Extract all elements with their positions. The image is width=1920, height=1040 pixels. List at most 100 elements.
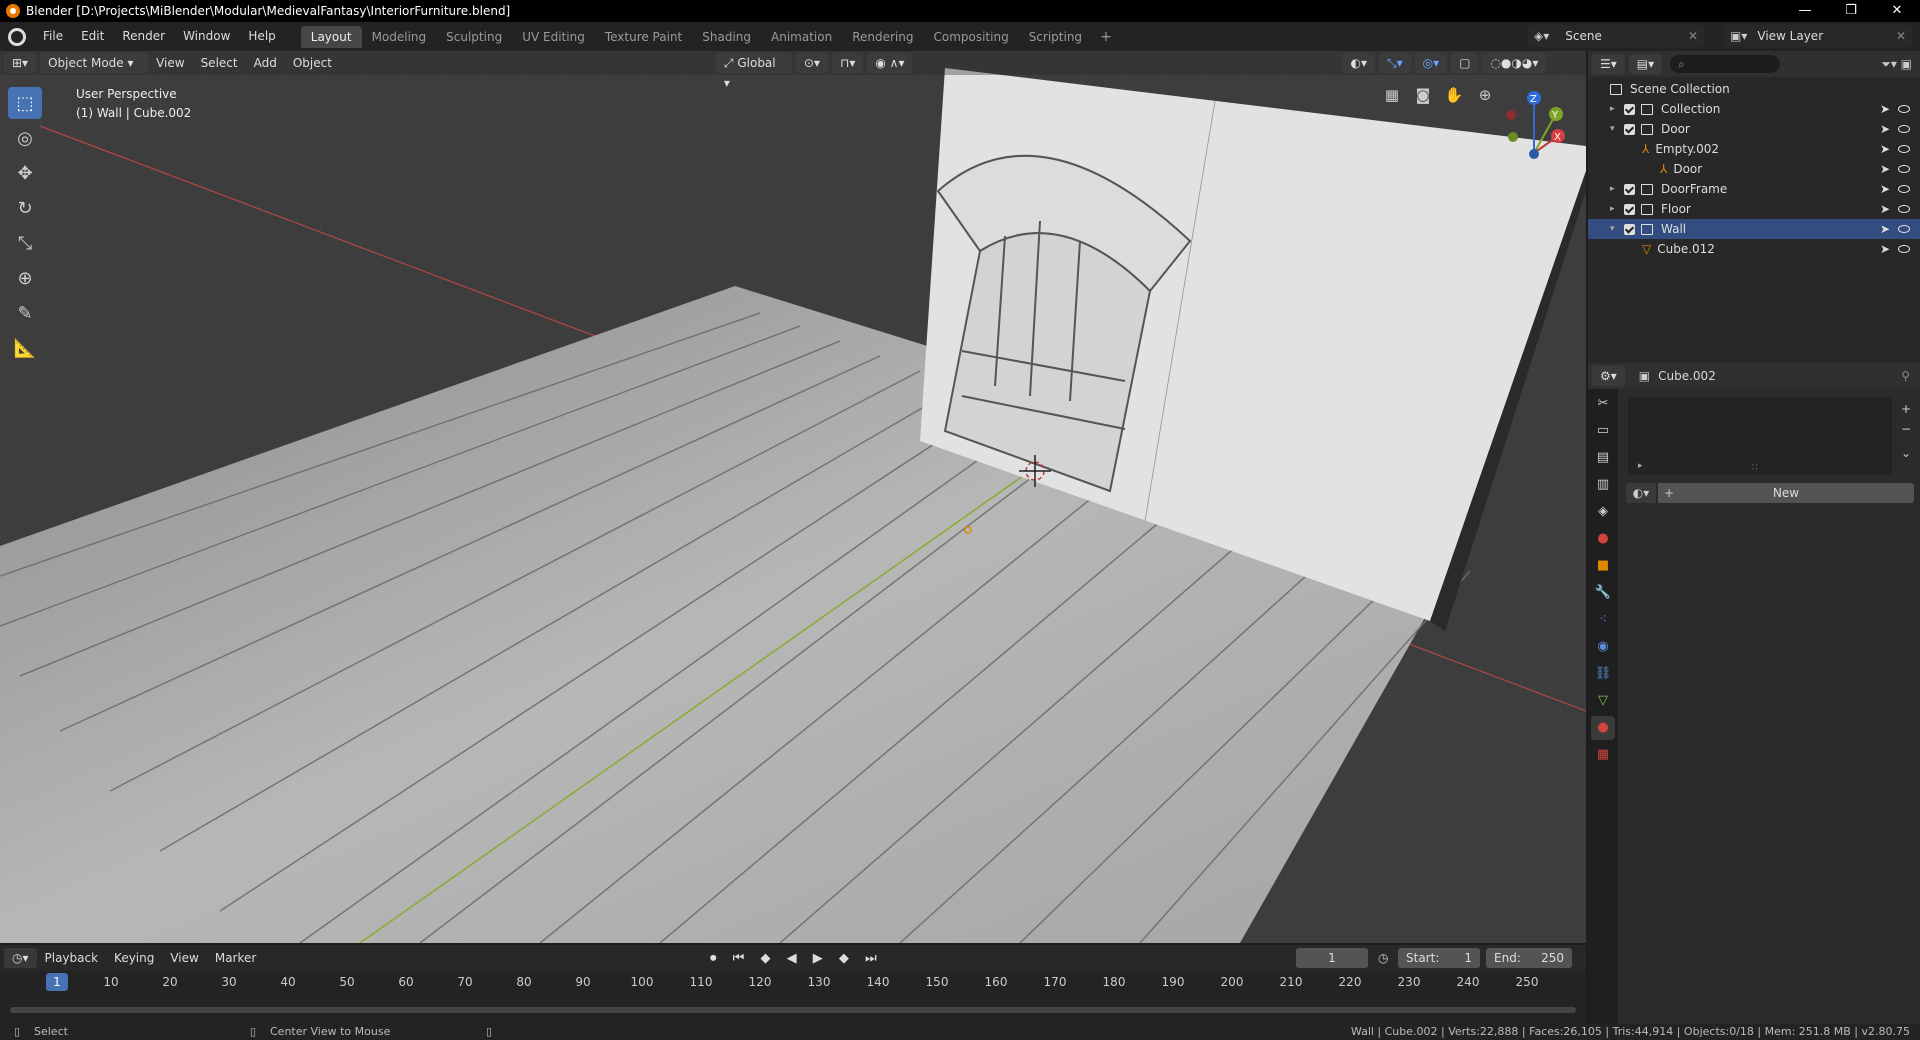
visibility-eye-icon[interactable]: [1898, 245, 1910, 253]
3d-viewport[interactable]: Z Y X ⊞▾ Object Mode ▾ View Select Add O…: [0, 51, 1586, 943]
start-frame-field[interactable]: Start: 1: [1398, 948, 1480, 968]
editor-type-button[interactable]: ⊞▾: [4, 53, 37, 73]
menu-help[interactable]: Help: [239, 22, 284, 51]
transform-icon[interactable]: ⊕: [8, 262, 42, 294]
outliner-item[interactable]: ⅄ Empty.002 ➤: [1588, 139, 1920, 159]
cursor-icon[interactable]: ◎: [8, 122, 42, 154]
visibility-eye-icon[interactable]: [1898, 185, 1910, 193]
exclude-checkbox[interactable]: [1624, 203, 1635, 215]
tab-sculpting[interactable]: Sculpting: [436, 26, 512, 48]
prev-keyframe-icon[interactable]: ◆: [760, 951, 776, 966]
exclude-checkbox[interactable]: [1624, 123, 1635, 135]
tab-modeling[interactable]: Modeling: [362, 26, 437, 48]
close-icon[interactable]: ✕: [1688, 29, 1698, 43]
zoom-icon[interactable]: ⊕: [1471, 83, 1499, 107]
menu-add[interactable]: Add: [246, 51, 285, 75]
constraints-tab-icon[interactable]: ⛓: [1591, 662, 1615, 686]
visibility-icon[interactable]: ◐▾: [1342, 53, 1375, 73]
minimize-button[interactable]: —: [1782, 0, 1828, 22]
menu-edit[interactable]: Edit: [72, 22, 113, 51]
data-tab-icon[interactable]: ▽: [1591, 689, 1615, 713]
selectable-toggle-icon[interactable]: ➤: [1880, 242, 1890, 256]
particles-tab-icon[interactable]: ⁖: [1591, 608, 1615, 632]
tab-rendering[interactable]: Rendering: [842, 26, 923, 48]
outliner-item[interactable]: ▸ DoorFrame ➤: [1588, 179, 1920, 199]
tool-tab-icon[interactable]: ✂: [1591, 392, 1615, 416]
outliner-item[interactable]: ▾ Wall ➤: [1588, 219, 1920, 239]
record-icon[interactable]: ⏺: [710, 951, 723, 966]
proportional-edit-icon[interactable]: ◉ ∧▾: [867, 53, 913, 73]
menu-window[interactable]: Window: [174, 22, 239, 51]
tab-shading[interactable]: Shading: [692, 26, 761, 48]
tab-scripting[interactable]: Scripting: [1019, 26, 1092, 48]
menu-marker[interactable]: Marker: [207, 946, 264, 970]
frame-ruler[interactable]: 1 10 20 30 40 50 60 70 80 90 100 110 120 130 140 150 16…: [0, 973, 1586, 993]
selectable-toggle-icon[interactable]: ➤: [1880, 102, 1890, 116]
visibility-eye-icon[interactable]: [1898, 105, 1910, 113]
material-tab-icon[interactable]: ●: [1591, 716, 1615, 740]
playhead[interactable]: 1: [46, 973, 68, 991]
tab-texture-paint[interactable]: Texture Paint: [595, 26, 692, 48]
grid-view-icon[interactable]: ▦: [1378, 83, 1406, 107]
next-keyframe-icon[interactable]: ◆: [839, 951, 855, 966]
render-tab-icon[interactable]: ▭: [1591, 419, 1615, 443]
scene-collection-row[interactable]: Scene Collection: [1588, 79, 1920, 99]
close-button[interactable]: ✕: [1874, 0, 1920, 22]
disclosure-triangle-icon[interactable]: ▾: [1610, 124, 1624, 134]
outliner-item[interactable]: ▾ Door ➤: [1588, 119, 1920, 139]
mode-selector[interactable]: Object Mode ▾: [40, 53, 149, 73]
pan-hand-icon[interactable]: ✋: [1440, 83, 1468, 107]
view-layer-selector[interactable]: ▣▾ View Layer ✕: [1724, 25, 1912, 47]
scene-selector[interactable]: ◈▾ Scene ✕: [1528, 25, 1704, 47]
annotate-icon[interactable]: ✎: [8, 297, 42, 329]
texture-tab-icon[interactable]: ▦: [1591, 743, 1615, 767]
disclosure-triangle-icon[interactable]: ▸: [1610, 204, 1624, 214]
visibility-eye-icon[interactable]: [1898, 125, 1910, 133]
camera-icon[interactable]: ◙: [1409, 83, 1437, 107]
menu-object[interactable]: Object: [285, 51, 340, 75]
current-frame-field[interactable]: 1: [1296, 948, 1368, 968]
timeline-scrollbar[interactable]: [10, 1007, 1576, 1013]
exclude-checkbox[interactable]: [1624, 183, 1635, 195]
tab-animation[interactable]: Animation: [761, 26, 842, 48]
display-mode-icon[interactable]: ▤▾: [1628, 54, 1663, 74]
selectable-toggle-icon[interactable]: ➤: [1880, 142, 1890, 156]
filter-icon[interactable]: ⏷▾ ▣: [1881, 57, 1912, 72]
menu-view[interactable]: View: [148, 51, 192, 75]
remove-slot-button[interactable]: −: [1898, 421, 1914, 437]
slot-menu-button[interactable]: ⌄: [1898, 445, 1914, 461]
outliner-search-input[interactable]: ⌕: [1670, 55, 1781, 73]
modifier-tab-icon[interactable]: 🔧: [1591, 581, 1615, 605]
selectable-toggle-icon[interactable]: ➤: [1880, 182, 1890, 196]
timeline-editor-type-icon[interactable]: ◷▾: [4, 948, 37, 968]
move-icon[interactable]: ✥: [8, 157, 42, 189]
visibility-eye-icon[interactable]: [1898, 205, 1910, 213]
jump-start-icon[interactable]: ⏮: [733, 951, 751, 966]
menu-render[interactable]: Render: [113, 22, 174, 51]
material-browse-button[interactable]: ◐▾: [1626, 483, 1656, 503]
disclosure-triangle-icon[interactable]: ▸: [1610, 184, 1624, 194]
play-icon[interactable]: ▶: [813, 951, 829, 966]
shading-modes-icon[interactable]: ◌●◑◕▾: [1482, 53, 1547, 73]
outliner-editor-type-icon[interactable]: ☰▾: [1592, 54, 1625, 74]
outliner-item[interactable]: ▸ Floor ➤: [1588, 199, 1920, 219]
menu-timeline-view[interactable]: View: [162, 946, 206, 970]
pin-icon[interactable]: ⚲: [1901, 369, 1910, 383]
outliner-item[interactable]: ▽ Cube.012 ➤: [1588, 239, 1920, 259]
expand-icon[interactable]: ▸: [1638, 461, 1643, 471]
pivot-icon[interactable]: ⊙▾: [795, 53, 828, 73]
object-tab-icon[interactable]: ■: [1591, 554, 1615, 578]
disclosure-triangle-icon[interactable]: ▸: [1610, 104, 1624, 114]
clock-icon[interactable]: ◷: [1378, 951, 1388, 965]
menu-keying[interactable]: Keying: [106, 946, 162, 970]
tab-uv-editing[interactable]: UV Editing: [512, 26, 595, 48]
select-box-icon[interactable]: ⬚: [8, 87, 42, 119]
output-tab-icon[interactable]: ▤: [1591, 446, 1615, 470]
new-material-button[interactable]: + New: [1658, 483, 1914, 503]
view-layer-tab-icon[interactable]: ▥: [1591, 473, 1615, 497]
menu-file[interactable]: File: [34, 22, 72, 51]
visibility-eye-icon[interactable]: [1898, 165, 1910, 173]
outliner-item[interactable]: ▸ Collection ➤: [1588, 99, 1920, 119]
jump-end-icon[interactable]: ⏭: [865, 951, 883, 966]
add-workspace-button[interactable]: +: [1092, 29, 1120, 45]
